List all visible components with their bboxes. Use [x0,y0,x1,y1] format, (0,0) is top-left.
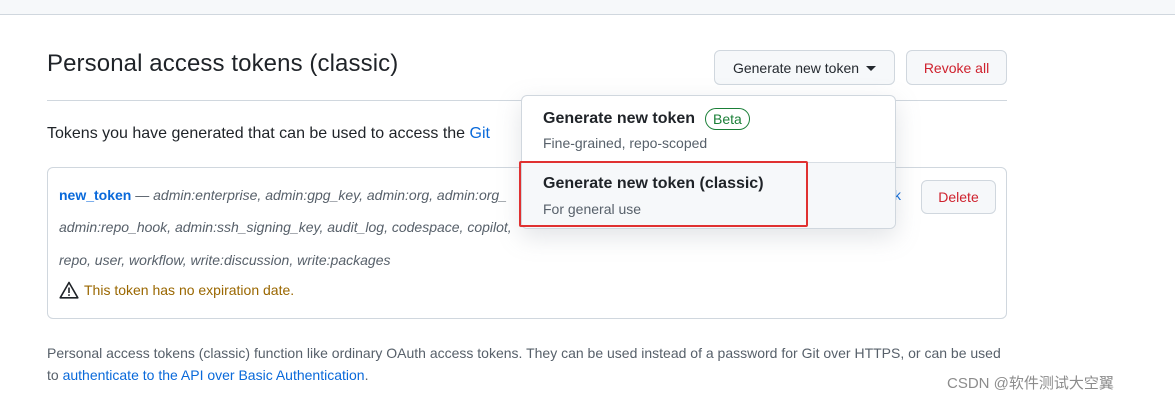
top-bar [0,0,1175,15]
token-scopes-line-1: new_token — admin:enterprise, admin:gpg_… [59,187,507,203]
menu-item-generate-fine-grained[interactable]: Generate new token Beta Fine-grained, re… [522,96,895,163]
highlight-annotation-box [519,161,808,227]
token-scopes-line-3: repo, user, workflow, write:discussion, … [59,252,391,268]
tokens-description-link[interactable]: Git [470,125,490,142]
basic-auth-link[interactable]: authenticate to the API over Basic Authe… [63,367,365,383]
revoke-all-label: Revoke all [923,59,990,76]
menu-item-title-text: Generate new token [543,110,696,127]
caret-down-icon [866,65,877,71]
watermark: CSDN @软件测试大空翼 [947,375,1114,392]
generate-new-token-button[interactable]: Generate new token [714,50,895,85]
token-warning-text: This token has no expiration date. [84,282,295,298]
revoke-all-button[interactable]: Revoke all [906,50,1007,85]
footer-text-after-link: . [364,367,369,383]
tokens-description: Tokens you have generated that can be us… [47,125,490,143]
token-scopes-text-1: admin:enterprise, admin:gpg_key, admin:o… [153,187,507,203]
generate-new-token-label: Generate new token [732,59,860,76]
token-expiration-warning: This token has no expiration date. [59,281,294,299]
delete-token-button[interactable]: Delete [921,180,996,214]
tokens-description-text: Tokens you have generated that can be us… [47,125,470,142]
token-scopes-line-2: admin:repo_hook, admin:ssh_signing_key, … [59,219,512,235]
footer-description: Personal access tokens (classic) functio… [47,342,1012,386]
alert-icon [59,281,79,299]
token-separator: — [131,187,154,203]
token-name-link[interactable]: new_token [59,187,131,203]
menu-item-subtitle: Fine-grained, repo-scoped [543,135,708,151]
delete-token-label: Delete [938,189,979,205]
menu-item-title: Generate new token Beta [543,108,750,130]
page-title: Personal access tokens (classic) [47,50,399,77]
beta-badge: Beta [705,108,750,130]
